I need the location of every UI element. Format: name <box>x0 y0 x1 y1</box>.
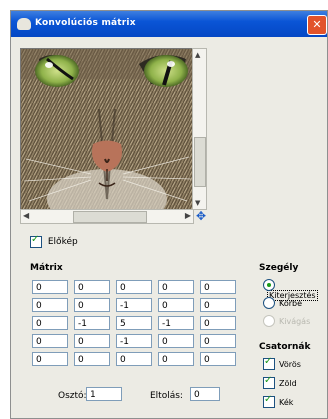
matrix-cell[interactable]: 0 <box>116 352 152 366</box>
matrix-cell[interactable]: -1 <box>74 316 110 330</box>
matrix-cell[interactable]: 0 <box>74 334 110 348</box>
matrix-cell[interactable]: 0 <box>200 316 236 330</box>
radio-crop <box>263 315 275 327</box>
channel-red[interactable]: Vörös <box>263 356 301 370</box>
matrix-cell[interactable]: 0 <box>74 280 110 294</box>
matrix-cell[interactable]: -1 <box>158 316 194 330</box>
matrix-cell[interactable]: 5 <box>116 316 152 330</box>
matrix-cell[interactable]: 0 <box>74 298 110 312</box>
matrix-cell[interactable]: 0 <box>200 280 236 294</box>
window-title: Konvolúciós mátrix <box>35 18 136 28</box>
matrix-cell[interactable]: 0 <box>32 298 68 312</box>
scroll-left-arrow-icon[interactable]: ◀ <box>23 211 29 220</box>
matrix-cell[interactable]: -1 <box>116 334 152 348</box>
offset-input[interactable]: 0 <box>190 387 220 401</box>
border-option-crop: Kivágás <box>263 315 310 327</box>
red-checkbox[interactable] <box>263 356 275 370</box>
matrix-cell[interactable]: 0 <box>32 334 68 348</box>
border-option-label: Körbe <box>279 298 303 308</box>
preview-vertical-scrollbar[interactable]: ▲ ▼ <box>192 48 207 210</box>
matrix-title: Mátrix <box>30 263 63 273</box>
matrix-cell[interactable]: 0 <box>200 334 236 348</box>
matrix-cell[interactable]: 0 <box>116 280 152 294</box>
matrix-cell[interactable]: 0 <box>158 298 194 312</box>
channel-blue[interactable]: Kék <box>263 394 294 408</box>
radio-extend[interactable] <box>263 279 275 291</box>
channel-green[interactable]: Zöld <box>263 375 297 389</box>
cat-preview-image <box>21 49 193 221</box>
matrix-cell[interactable]: 0 <box>158 280 194 294</box>
close-button[interactable]: ✕ <box>307 15 327 35</box>
preview-image[interactable] <box>20 48 194 222</box>
border-title: Szegély <box>259 263 299 273</box>
title-bar[interactable]: Konvolúciós mátrix ✕ <box>11 11 327 37</box>
blue-checkbox[interactable] <box>263 394 275 408</box>
radio-wrap[interactable] <box>263 297 275 309</box>
channel-label: Vörös <box>279 359 301 369</box>
matrix-cell[interactable]: 0 <box>200 352 236 366</box>
matrix-cell[interactable]: 0 <box>158 352 194 366</box>
border-option-wrap[interactable]: Körbe <box>263 297 302 309</box>
channel-label: Zöld <box>279 378 297 388</box>
preview-checkbox[interactable] <box>30 234 42 248</box>
matrix-cell[interactable]: -1 <box>116 298 152 312</box>
vertical-scroll-thumb[interactable] <box>194 137 206 187</box>
preview-label: Előkép <box>47 237 78 247</box>
matrix-cell[interactable]: 0 <box>158 334 194 348</box>
horizontal-scroll-thumb[interactable] <box>73 211 147 223</box>
scroll-right-arrow-icon[interactable]: ▶ <box>185 211 191 220</box>
app-icon <box>17 18 31 30</box>
navigate-move-icon[interactable]: ✥ <box>196 209 206 223</box>
border-option-label: Kivágás <box>279 316 311 326</box>
matrix-cell[interactable]: 0 <box>32 280 68 294</box>
scroll-down-arrow-icon[interactable]: ▼ <box>195 199 200 207</box>
preview-toggle[interactable]: Előkép <box>30 234 78 248</box>
green-checkbox[interactable] <box>263 375 275 389</box>
scroll-up-arrow-icon[interactable]: ▲ <box>195 51 200 59</box>
channels-title: Csatornák <box>259 342 311 352</box>
divisor-input[interactable]: 1 <box>86 387 122 401</box>
matrix-cell[interactable]: 0 <box>74 352 110 366</box>
preview-horizontal-scrollbar[interactable]: ◀ ▶ <box>20 209 194 224</box>
channel-label: Kék <box>279 397 294 407</box>
matrix-cell[interactable]: 0 <box>200 298 236 312</box>
offset-label: Eltolás: <box>150 391 183 401</box>
divisor-label: Osztó: <box>58 391 87 401</box>
matrix-cell[interactable]: 0 <box>32 316 68 330</box>
matrix-cell[interactable]: 0 <box>32 352 68 366</box>
